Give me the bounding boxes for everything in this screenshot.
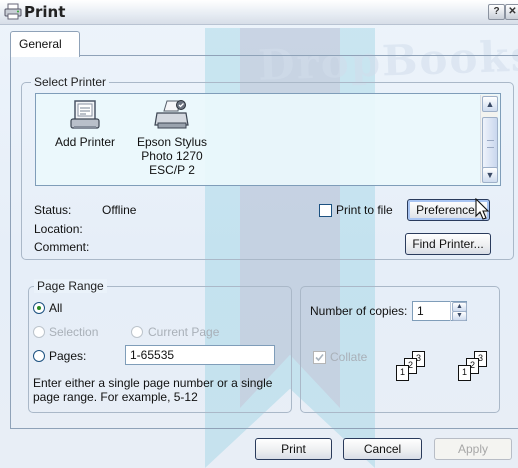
close-button[interactable]: ✕ bbox=[505, 4, 518, 20]
tab-general[interactable]: General bbox=[10, 31, 80, 57]
mouse-cursor-icon bbox=[475, 198, 490, 220]
window-title: Print bbox=[24, 3, 66, 21]
help-button[interactable]: ? bbox=[488, 4, 505, 20]
print-dialog: DropBooks Print ? ✕ General Select Print… bbox=[0, 0, 518, 468]
tab-panel-general bbox=[10, 55, 518, 429]
printer-icon bbox=[4, 3, 22, 20]
cancel-button[interactable]: Cancel bbox=[343, 438, 422, 460]
title-bar[interactable]: Print ? ✕ bbox=[0, 0, 518, 25]
print-button[interactable]: Print bbox=[255, 438, 332, 460]
tab-general-label: General bbox=[19, 37, 62, 51]
apply-button: Apply bbox=[434, 438, 512, 460]
